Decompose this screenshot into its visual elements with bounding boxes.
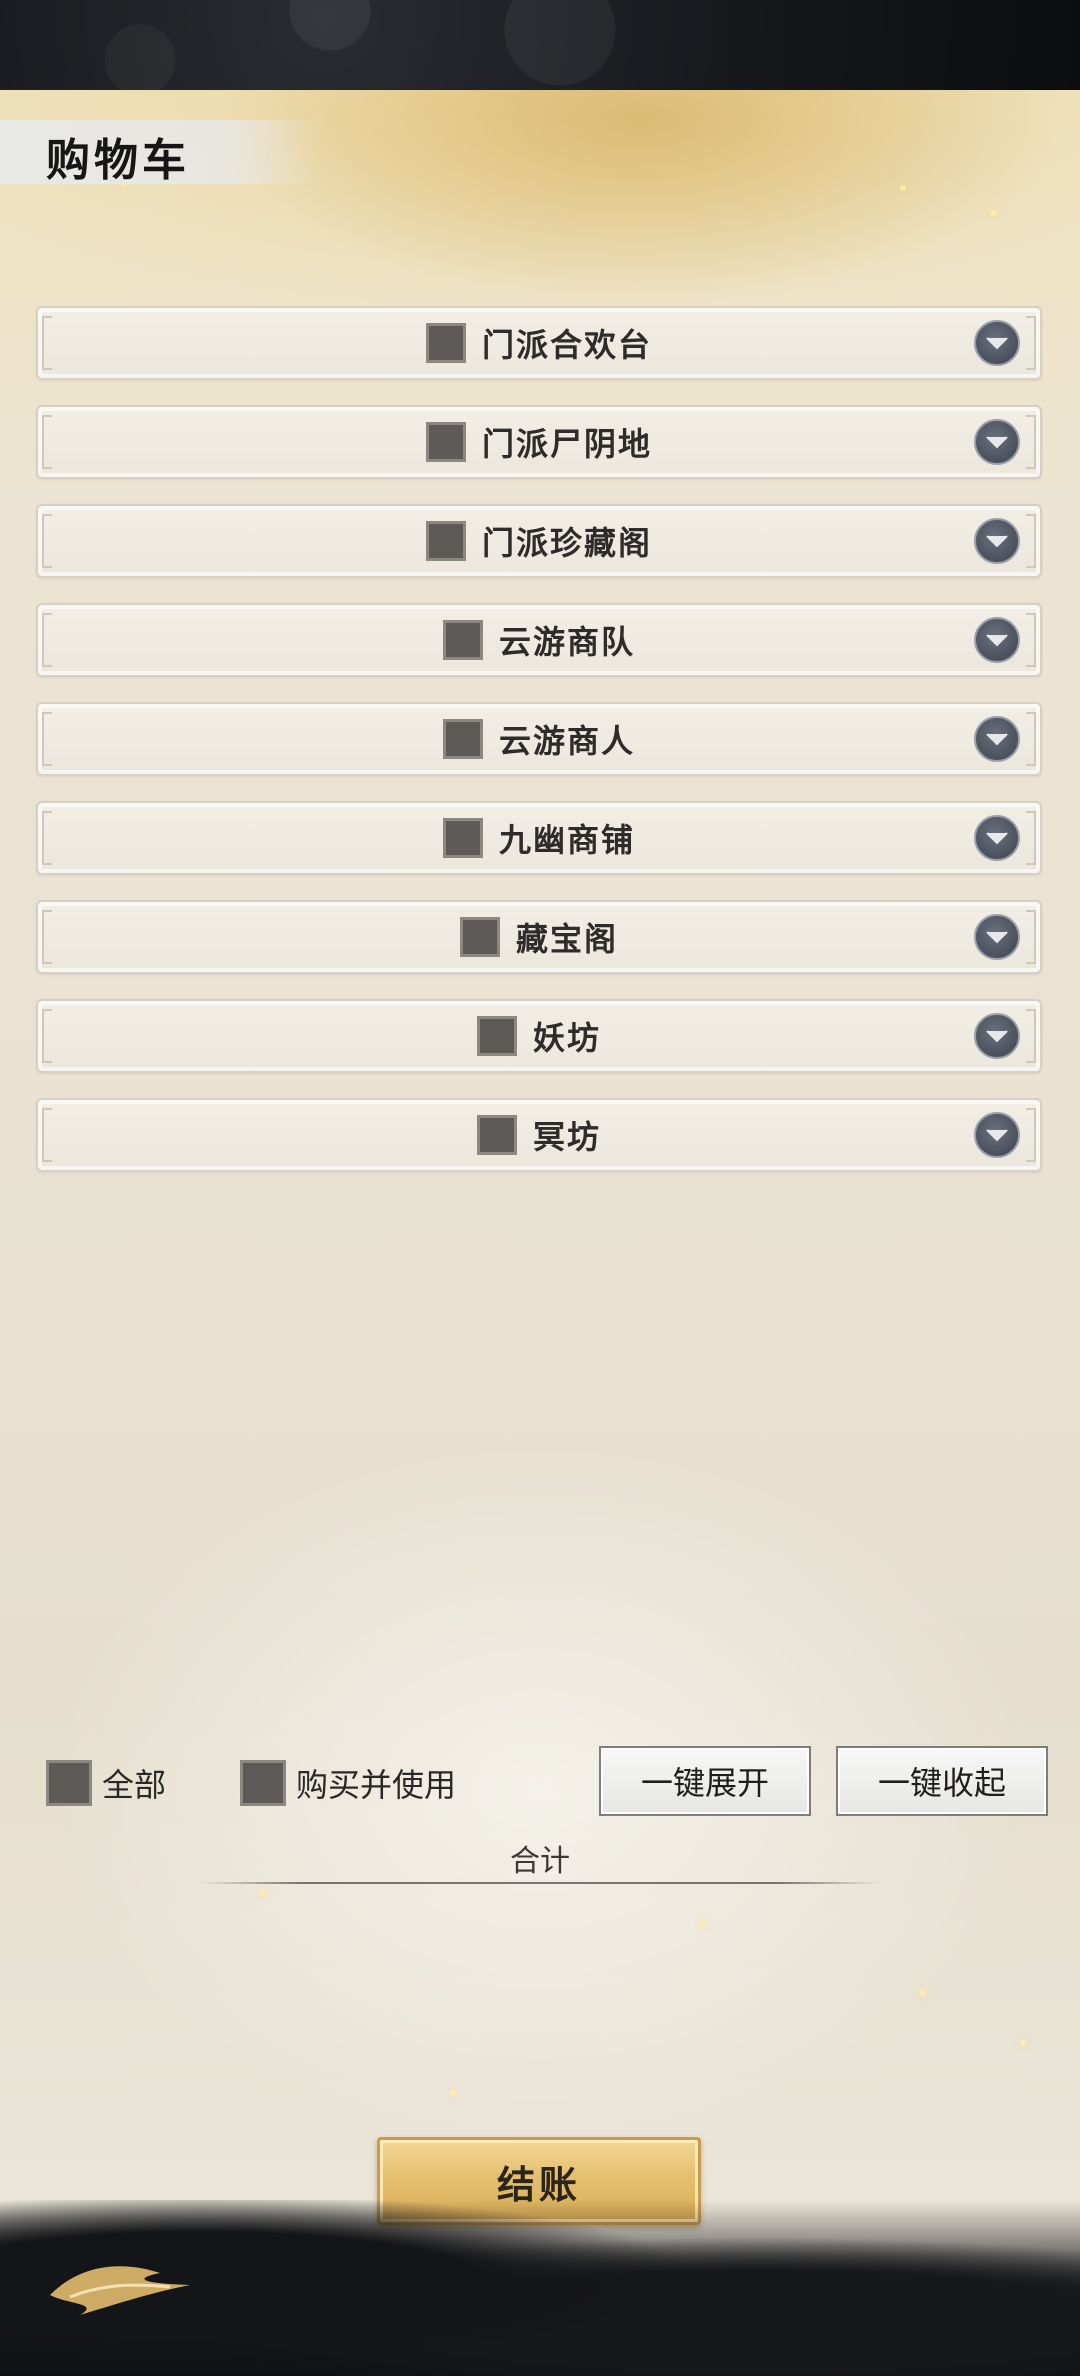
bottom-controls: 全部 购买并使用 一键展开 一键收起 [0, 1746, 1080, 1816]
chevron-down-icon[interactable] [974, 518, 1020, 564]
category-checkbox[interactable] [442, 620, 483, 660]
category-label: 门派尸阴地 [481, 425, 652, 463]
category-checkbox[interactable] [442, 818, 483, 858]
category-list: 门派合欢台 门派尸阴地 门派珍藏阁 云游商队 云游商人 九幽商铺 藏宝阁 妖坊 … [36, 306, 1042, 1197]
category-row[interactable]: 云游商人 [36, 702, 1042, 776]
chevron-down-icon[interactable] [974, 815, 1020, 861]
total-divider [200, 1882, 880, 1884]
total-label: 合计 [510, 1844, 570, 1879]
category-row[interactable]: 门派珍藏阁 [36, 504, 1042, 578]
chevron-down-icon[interactable] [974, 914, 1020, 960]
category-checkbox[interactable] [425, 323, 466, 363]
page-title: 购物车 [46, 135, 190, 186]
category-label: 云游商队 [498, 623, 635, 661]
top-status-bar [0, 0, 1080, 90]
category-checkbox[interactable] [459, 917, 500, 957]
category-checkbox[interactable] [442, 719, 483, 759]
category-checkbox[interactable] [476, 1115, 517, 1155]
chevron-down-icon[interactable] [974, 617, 1020, 663]
select-all-label: 全部 [102, 1766, 167, 1804]
chevron-down-icon[interactable] [974, 419, 1020, 465]
category-label: 云游商人 [498, 722, 635, 760]
chevron-down-icon[interactable] [974, 320, 1020, 366]
select-all-option[interactable]: 全部 [46, 1760, 166, 1806]
category-row[interactable]: 冥坊 [36, 1098, 1042, 1172]
category-row[interactable]: 门派尸阴地 [36, 405, 1042, 479]
category-label: 冥坊 [532, 1118, 601, 1156]
category-label: 妖坊 [532, 1019, 601, 1057]
category-checkbox[interactable] [425, 422, 466, 462]
golden-emblem-icon [50, 2266, 190, 2315]
category-row[interactable]: 藏宝阁 [36, 900, 1042, 974]
category-label: 门派合欢台 [481, 326, 652, 364]
expand-all-button[interactable]: 一键展开 [599, 1746, 811, 1816]
category-row[interactable]: 门派合欢台 [36, 306, 1042, 380]
category-row[interactable]: 云游商队 [36, 603, 1042, 677]
category-label: 藏宝阁 [515, 920, 618, 958]
chevron-down-icon[interactable] [974, 1013, 1020, 1059]
select-all-checkbox[interactable] [46, 1760, 92, 1806]
category-label: 门派珍藏阁 [481, 524, 652, 562]
category-row[interactable]: 妖坊 [36, 999, 1042, 1073]
buy-and-use-checkbox[interactable] [240, 1760, 286, 1806]
chevron-down-icon[interactable] [974, 716, 1020, 762]
collapse-all-button[interactable]: 一键收起 [836, 1746, 1048, 1816]
category-checkbox[interactable] [476, 1016, 517, 1056]
category-row[interactable]: 九幽商铺 [36, 801, 1042, 875]
category-checkbox[interactable] [425, 521, 466, 561]
chevron-down-icon[interactable] [974, 1112, 1020, 1158]
buy-and-use-option[interactable]: 购买并使用 [240, 1760, 456, 1806]
buy-and-use-label: 购买并使用 [296, 1766, 457, 1804]
category-label: 九幽商铺 [498, 821, 635, 859]
